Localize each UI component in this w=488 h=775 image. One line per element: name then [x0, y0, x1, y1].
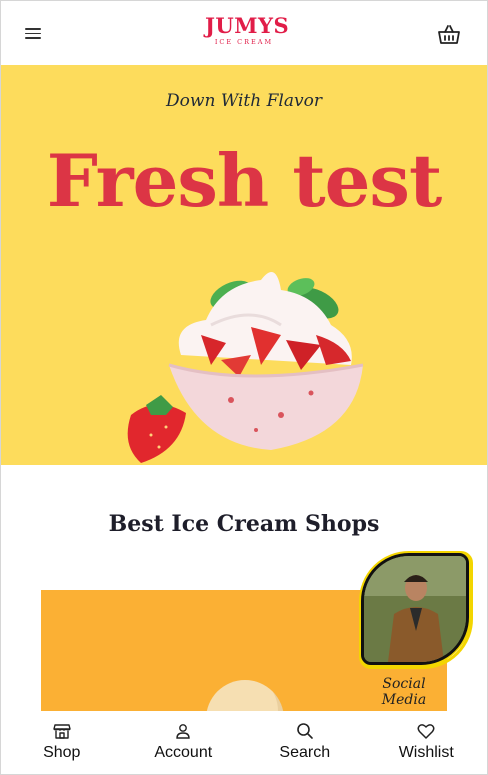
user-icon: [176, 724, 190, 739]
store-icon: [53, 724, 71, 739]
nav-item-wishlist[interactable]: Wishlist: [366, 711, 488, 774]
logo-text: JUMYS: [205, 13, 290, 38]
top-header: JUMYS ICE CREAM: [1, 1, 487, 65]
nav-label-wishlist: Wishlist: [398, 744, 454, 761]
nav-label-account: Account: [154, 744, 213, 761]
hamburger-menu-icon[interactable]: [23, 25, 45, 43]
brand-logo[interactable]: JUMYS ICE CREAM: [205, 13, 290, 47]
social-media-label: Social Media: [381, 676, 427, 708]
nav-label-shop: Shop: [43, 744, 81, 761]
person-photo: [364, 556, 466, 662]
app-screen: JUMYS ICE CREAM Down With Flavor Fresh t…: [0, 0, 488, 775]
avatar: [361, 553, 469, 665]
search-icon: [296, 723, 313, 739]
hero-tagline: Down With Flavor: [166, 91, 322, 111]
bottom-navigation: Shop Account Search Wishlist: [1, 711, 488, 774]
nav-item-shop[interactable]: Shop: [1, 711, 123, 774]
social-media-widget[interactable]: [359, 551, 473, 669]
hero-banner: Down With Flavor Fresh test: [1, 65, 487, 465]
nav-item-search[interactable]: Search: [244, 711, 366, 774]
heart-icon: [417, 724, 435, 739]
shopping-basket-icon[interactable]: [437, 23, 461, 47]
nav-label-search: Search: [279, 744, 331, 761]
nav-item-account[interactable]: Account: [123, 711, 245, 774]
section-title: Best Ice Cream Shops: [108, 511, 380, 537]
logo-subtext: ICE CREAM: [214, 38, 274, 46]
strawberry-ice-cream-bowl-image: [127, 272, 364, 463]
hero-title: Fresh test: [46, 138, 442, 223]
